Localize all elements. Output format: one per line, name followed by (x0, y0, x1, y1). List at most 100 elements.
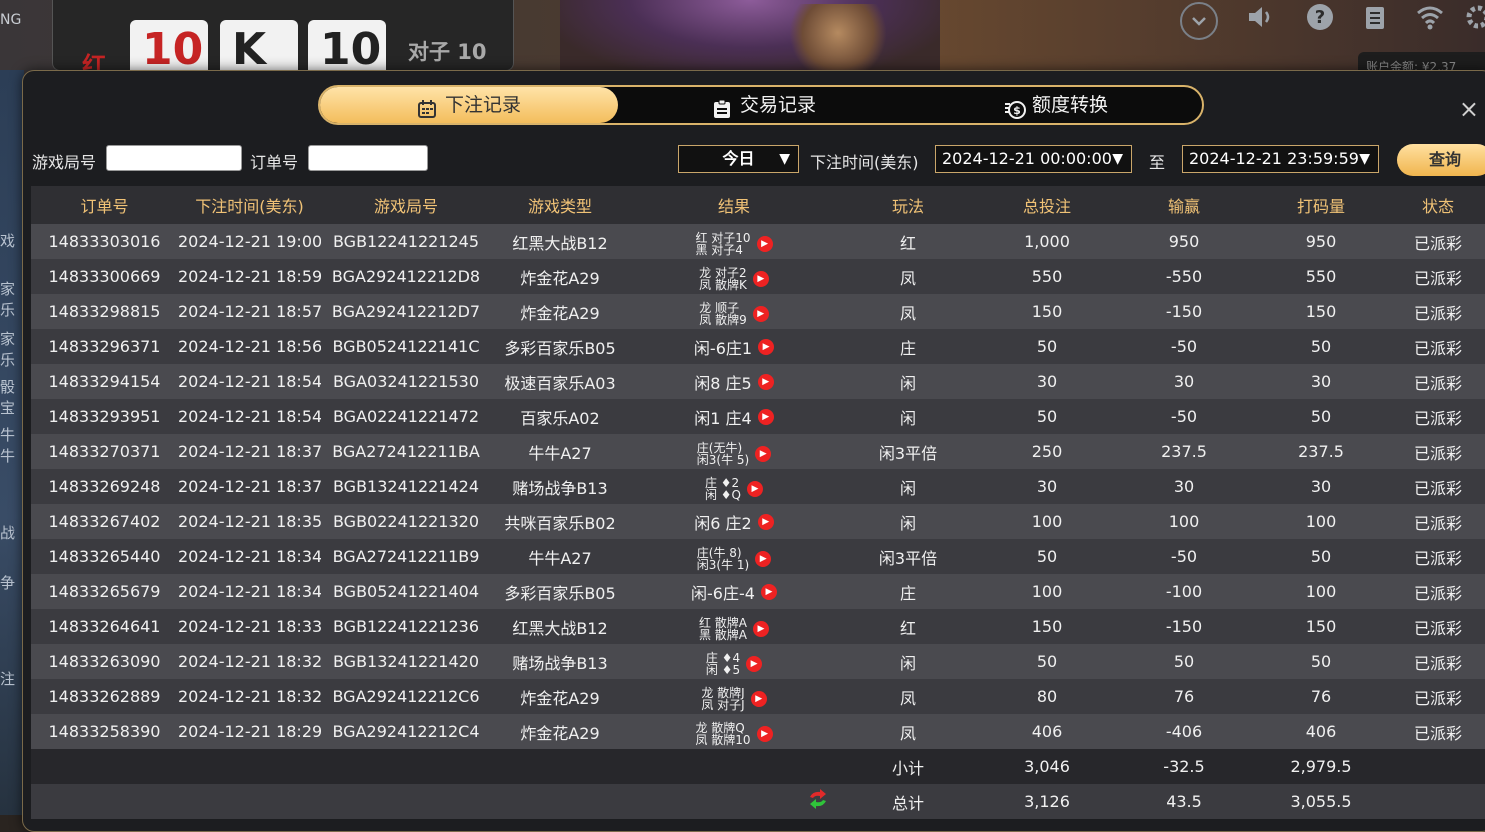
play-replay-icon[interactable]: ▶ (753, 621, 770, 637)
side-menu-item[interactable]: 家乐 (0, 328, 24, 370)
game-round-cell: BGB05241221404 (321, 574, 491, 609)
side-menu-item[interactable]: 牛牛 (0, 424, 24, 466)
play-replay-icon[interactable]: ▶ (755, 446, 772, 462)
tab-label: 下注记录 (444, 94, 521, 116)
play-replay-icon[interactable]: ▶ (757, 408, 774, 425)
play-replay-icon[interactable]: ▶ (760, 583, 777, 600)
column-header: 订单号 (31, 186, 178, 224)
settings-icon[interactable] (1463, 2, 1485, 42)
table-row: 14833262889 2024-12-21 18:32 BGA292412212C… (31, 679, 1485, 714)
order-number-cell: 14833264641 (31, 609, 178, 644)
result-cell: 龙 散牌Q 凤 散牌10 ▶ (629, 714, 839, 749)
status-cell: 已派彩 (1391, 364, 1485, 399)
game-type-cell: 百家乐A02 (491, 399, 629, 434)
total-bet-cell: 100 (977, 574, 1117, 609)
help-icon[interactable]: ? (1300, 2, 1340, 42)
turnover-cell: 50 (1251, 644, 1391, 679)
order-number-cell: 14833265679 (31, 574, 178, 609)
status-cell: 已派彩 (1391, 294, 1485, 329)
game-round-input[interactable] (106, 145, 242, 171)
query-button[interactable]: 查询 (1397, 144, 1485, 176)
volume-icon[interactable] (1240, 2, 1280, 42)
play-replay-icon[interactable]: ▶ (756, 236, 773, 252)
game-type-cell: 极速百家乐A03 (491, 364, 629, 399)
bet-type-cell: 闲 (839, 469, 977, 504)
game-type-cell: 炸金花A29 (491, 714, 629, 749)
result-line: 凤 散牌10 (695, 733, 751, 747)
refresh-icon[interactable] (807, 789, 829, 814)
tab-credit-transfer[interactable]: $ 额度转换 (910, 87, 1202, 123)
total-bet-cell: 30 (977, 364, 1117, 399)
date-range-select[interactable]: 今日 ▼ (678, 145, 799, 173)
win-loss-cell: -150 (1117, 609, 1251, 644)
status-cell: 已派彩 (1391, 434, 1485, 469)
side-menu-item[interactable]: 戏 (0, 230, 24, 251)
bet-time-cell: 2024-12-21 18:33 (178, 609, 321, 644)
side-menu-item[interactable]: 骰宝 (0, 376, 24, 418)
play-replay-icon[interactable]: ▶ (757, 513, 774, 530)
tab-bet-records[interactable]: 下注记录 (320, 87, 618, 123)
bet-type-cell: 红 (839, 609, 977, 644)
play-replay-icon[interactable]: ▶ (750, 691, 767, 707)
total-bet-cell: 550 (977, 259, 1117, 294)
total-bet-cell: 50 (977, 329, 1117, 364)
result-cell: 闲-6庄-4 ▶ (629, 574, 839, 609)
order-number-cell: 14833263090 (31, 644, 178, 679)
play-replay-icon[interactable]: ▶ (747, 481, 764, 497)
play-replay-icon[interactable]: ▶ (752, 271, 769, 287)
document-icon[interactable] (1355, 2, 1395, 42)
start-time-select[interactable]: 2024-12-21 00:00:00 ▼ (935, 145, 1132, 173)
total-bet: 3,126 (977, 784, 1117, 819)
play-replay-icon[interactable]: ▶ (758, 338, 775, 355)
bet-time-cell: 2024-12-21 18:29 (178, 714, 321, 749)
chevron-down-icon[interactable] (1180, 2, 1218, 40)
game-round-cell: BGB12241221236 (321, 609, 491, 644)
status-cell: 已派彩 (1391, 609, 1485, 644)
play-replay-icon[interactable]: ▶ (755, 551, 772, 567)
end-time-select[interactable]: 2024-12-21 23:59:59 ▼ (1182, 145, 1379, 173)
svg-text:$: $ (1013, 104, 1021, 117)
bet-time-cell: 2024-12-21 18:32 (178, 644, 321, 679)
side-menu-item[interactable]: 家乐 (0, 278, 24, 320)
total-bet-cell: 50 (977, 539, 1117, 574)
coins-icon: $ (1004, 95, 1026, 119)
result-line: 黑 散牌A (698, 628, 748, 642)
bet-record-modal: 下注记录 交易记录 $ 额度转换 × 游戏局号 订单号 今日 ▼ 下注时间(美东… (22, 70, 1485, 832)
result-line: 凤 对子J (701, 698, 745, 712)
play-replay-icon[interactable]: ▶ (757, 373, 774, 390)
order-number-cell: 14833267402 (31, 504, 178, 539)
status-cell: 已派彩 (1391, 714, 1485, 749)
table-row: 14833258390 2024-12-21 18:29 BGA292412212C… (31, 714, 1485, 749)
result-text: 闲1 庄4 (694, 405, 751, 429)
bet-type-cell: 闲 (839, 364, 977, 399)
side-menu-item[interactable]: 争 (0, 572, 24, 593)
order-number-cell: 14833265440 (31, 539, 178, 574)
win-loss-cell: 50 (1117, 644, 1251, 679)
bet-time-cell: 2024-12-21 18:34 (178, 539, 321, 574)
result-line: 闲-6庄1 (693, 338, 753, 358)
result-cell: 红 散牌A 黑 散牌A ▶ (629, 609, 839, 644)
side-menu-item[interactable]: 战 (0, 522, 24, 543)
play-replay-icon[interactable]: ▶ (746, 656, 763, 672)
play-replay-icon[interactable]: ▶ (756, 726, 773, 742)
bet-type-cell: 闲 (839, 399, 977, 434)
close-icon[interactable]: × (1459, 95, 1479, 123)
win-loss-cell: 100 (1117, 504, 1251, 539)
result-line: 闲1 庄4 (694, 408, 752, 428)
column-header: 打码量 (1251, 186, 1391, 224)
bet-time-cell: 2024-12-21 19:00 (178, 224, 321, 259)
game-round-label: 游戏局号 (32, 153, 97, 172)
bet-type-cell: 红 (839, 224, 977, 259)
order-number-input[interactable] (308, 145, 428, 171)
dealer-decoration (790, 4, 886, 76)
tab-transaction-records[interactable]: 交易记录 (618, 87, 910, 123)
total-turnover: 3,055.5 (1251, 784, 1391, 819)
table-row: 14833294154 2024-12-21 18:54 BGA0324122153… (31, 364, 1485, 399)
game-type-cell: 共咪百家乐B02 (491, 504, 629, 539)
start-time-value: 2024-12-21 00:00:00 (942, 149, 1112, 168)
side-menu-item[interactable]: 注 (0, 668, 24, 689)
order-number-cell: 14833293951 (31, 399, 178, 434)
bet-type-cell: 闲3平倍 (839, 539, 977, 574)
play-replay-icon[interactable]: ▶ (752, 306, 769, 322)
total-bet-cell: 80 (977, 679, 1117, 714)
